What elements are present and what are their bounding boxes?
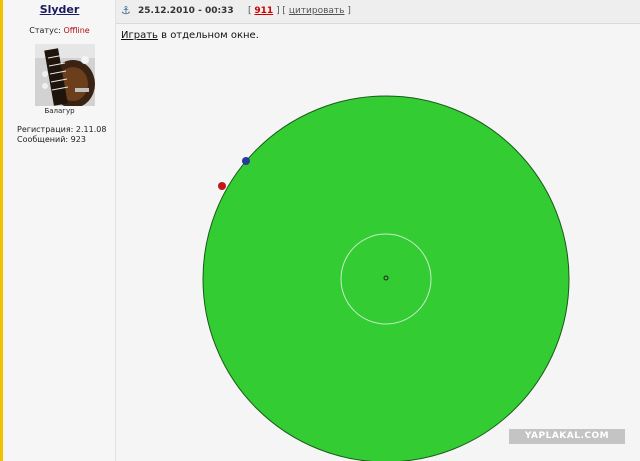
player-red-dot[interactable]	[218, 182, 226, 190]
game-board[interactable]	[202, 95, 570, 461]
site-watermark: YAPLAKAL.COM	[509, 429, 625, 444]
player-blue-dot[interactable]	[242, 157, 250, 165]
game-canvas[interactable]	[0, 0, 640, 461]
